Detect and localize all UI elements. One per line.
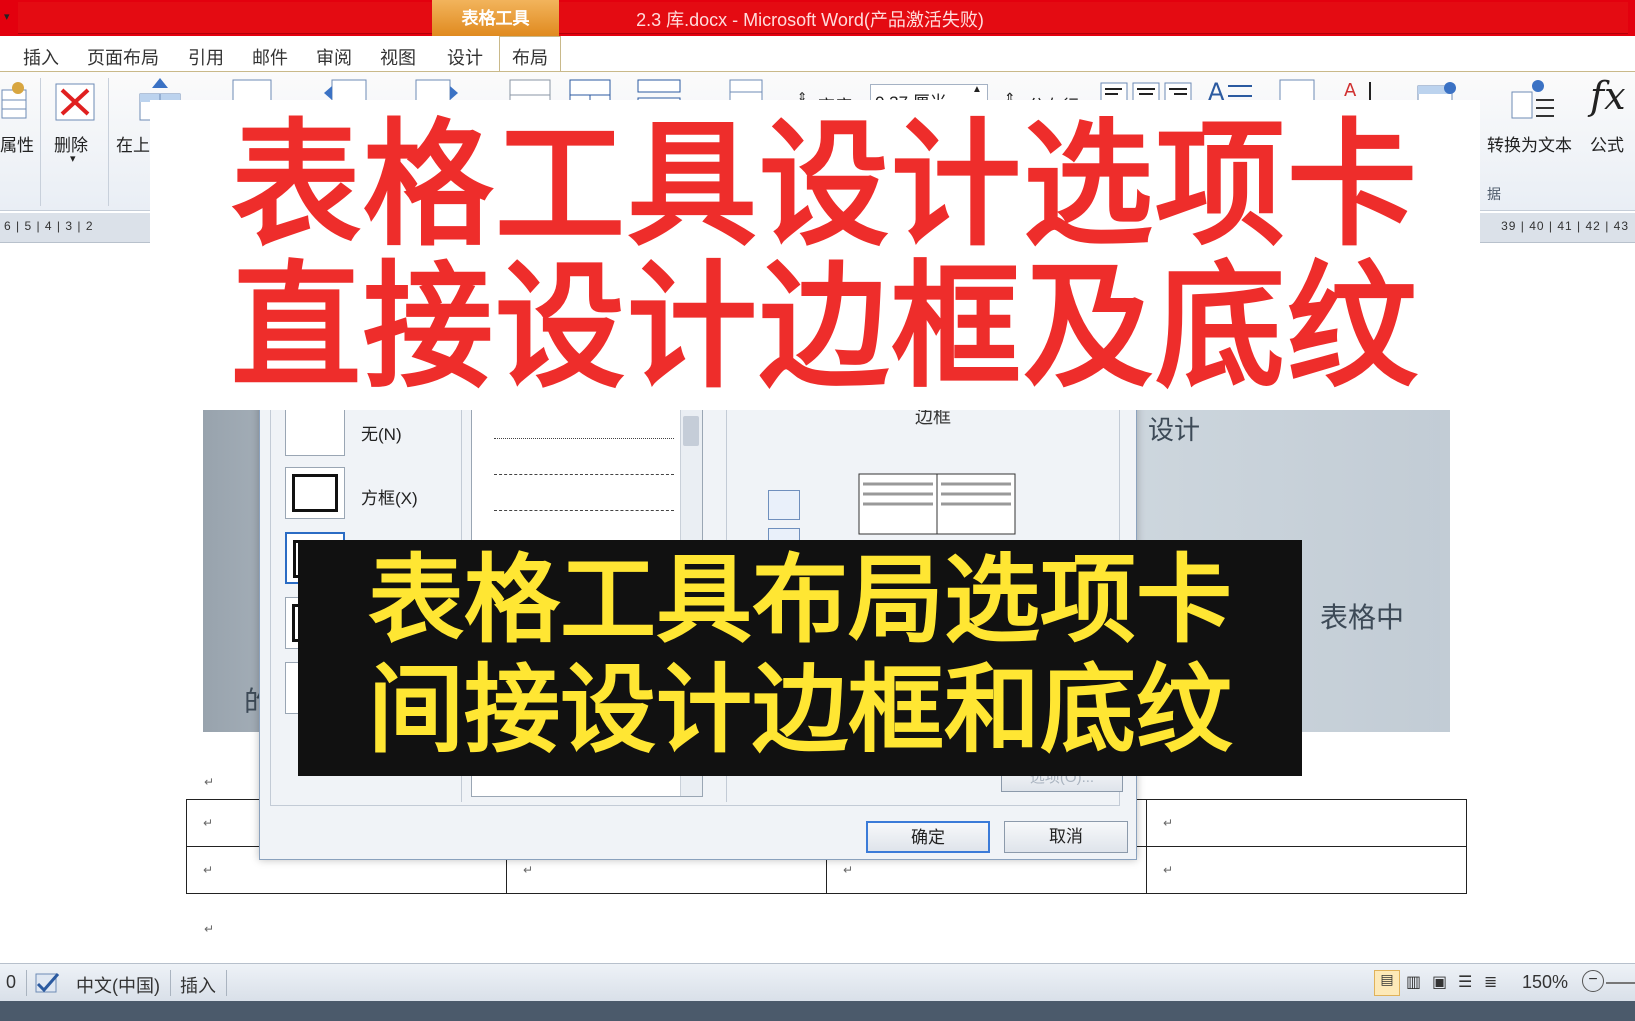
outline-view-icon[interactable]: ☰: [1458, 972, 1472, 992]
paragraph-mark: ↵: [204, 922, 215, 936]
zoom-out-icon[interactable]: −: [1582, 970, 1604, 992]
line-style-dashed-long[interactable]: [494, 510, 674, 511]
quick-access-dropdown-icon[interactable]: ▾: [4, 10, 10, 23]
photo-text-right: 表格中: [1320, 602, 1405, 633]
scroll-thumb[interactable]: [683, 416, 699, 446]
tab-layout[interactable]: 布局: [499, 36, 561, 73]
web-layout-view-icon[interactable]: ▣: [1432, 972, 1447, 992]
title-bar: ▾ 表格工具 2.3 库.docx - Microsoft Word(产品激活失…: [0, 0, 1635, 36]
setting-none-thumb[interactable]: [285, 404, 345, 456]
group-separator: [108, 78, 109, 206]
svg-text:A: A: [1344, 80, 1357, 101]
convert-to-text-label[interactable]: 转换为文本: [1487, 131, 1572, 156]
status-separator: [170, 970, 171, 996]
properties-label[interactable]: 属性: [0, 131, 34, 156]
tab-review[interactable]: 审阅: [316, 44, 352, 70]
taskbar-strip: [0, 1001, 1635, 1021]
table-tools-context-tab: 表格工具: [432, 0, 559, 36]
tab-design[interactable]: 设计: [447, 44, 483, 70]
properties-icon[interactable]: [0, 80, 30, 124]
full-screen-reading-view-icon[interactable]: ▥: [1406, 972, 1421, 992]
zoom-level[interactable]: 150%: [1522, 972, 1568, 993]
ok-button[interactable]: 确定: [866, 821, 990, 853]
status-bar: 0 中文(中国) 插入 ▤ ▥ ▣ ☰ ≣ 150% −: [0, 963, 1635, 1001]
page-number[interactable]: 0: [6, 972, 16, 993]
tab-mailings[interactable]: 邮件: [252, 44, 288, 70]
setting-box-thumb[interactable]: [285, 467, 345, 519]
formula-label[interactable]: 公式: [1590, 131, 1624, 156]
table-cell[interactable]: ↵: [1146, 799, 1467, 847]
preview-top-border-button[interactable]: [768, 490, 800, 520]
tab-insert[interactable]: 插入: [23, 44, 59, 70]
tab-references[interactable]: 引用: [188, 44, 224, 70]
ribbon-tab-row: 插入 页面布局 引用 邮件 审阅 视图 设计 布局: [0, 36, 1635, 73]
window-title: 2.3 库.docx - Microsoft Word(产品激活失败): [636, 10, 984, 30]
paragraph-mark: ↵: [204, 775, 215, 789]
photo-text-top: 设计: [1148, 415, 1201, 445]
setting-box-label[interactable]: 方框(X): [361, 484, 418, 509]
tab-view[interactable]: 视图: [380, 44, 416, 70]
ruler-right-ticks: 39 | 40 | 41 | 42 | 43: [1501, 219, 1629, 233]
status-separator: [226, 970, 227, 996]
caption-yellow-line-2: 间接设计边框和底纹: [368, 654, 1232, 766]
proofing-check-icon[interactable]: [34, 970, 62, 996]
delete-table-icon[interactable]: [54, 80, 98, 124]
caption-yellow-line-1: 表格工具布局选项卡: [368, 544, 1232, 656]
convert-to-text-icon[interactable]: [1510, 78, 1556, 122]
border-preview[interactable]: [849, 464, 1031, 536]
setting-none-label[interactable]: 无(N): [361, 420, 402, 445]
zoom-slider[interactable]: [1606, 982, 1635, 984]
print-layout-view-icon[interactable]: ▤: [1374, 970, 1400, 996]
spinner-up-icon[interactable]: ▲: [972, 84, 982, 95]
tab-page-layout[interactable]: 页面布局: [87, 44, 159, 70]
table-cell[interactable]: ↵: [1146, 846, 1467, 894]
draft-view-icon[interactable]: ≣: [1484, 972, 1497, 992]
cancel-button[interactable]: 取消: [1004, 821, 1128, 853]
ruler-left-ticks: 6 | 5 | 4 | 3 | 2: [4, 219, 94, 233]
caption-red-line-2: 直接设计边框及底纹: [230, 247, 1419, 407]
line-style-dotted[interactable]: [494, 438, 674, 439]
caption-red-line-1: 表格工具设计选项卡: [230, 105, 1419, 265]
line-style-dashed[interactable]: [494, 474, 674, 475]
group-separator: [40, 78, 41, 206]
delete-dropdown-icon[interactable]: ▾: [70, 152, 76, 165]
language-indicator[interactable]: 中文(中国): [76, 972, 160, 998]
status-separator: [26, 970, 27, 996]
formula-icon[interactable]: fx: [1590, 74, 1626, 118]
insert-mode-indicator[interactable]: 插入: [180, 972, 216, 998]
